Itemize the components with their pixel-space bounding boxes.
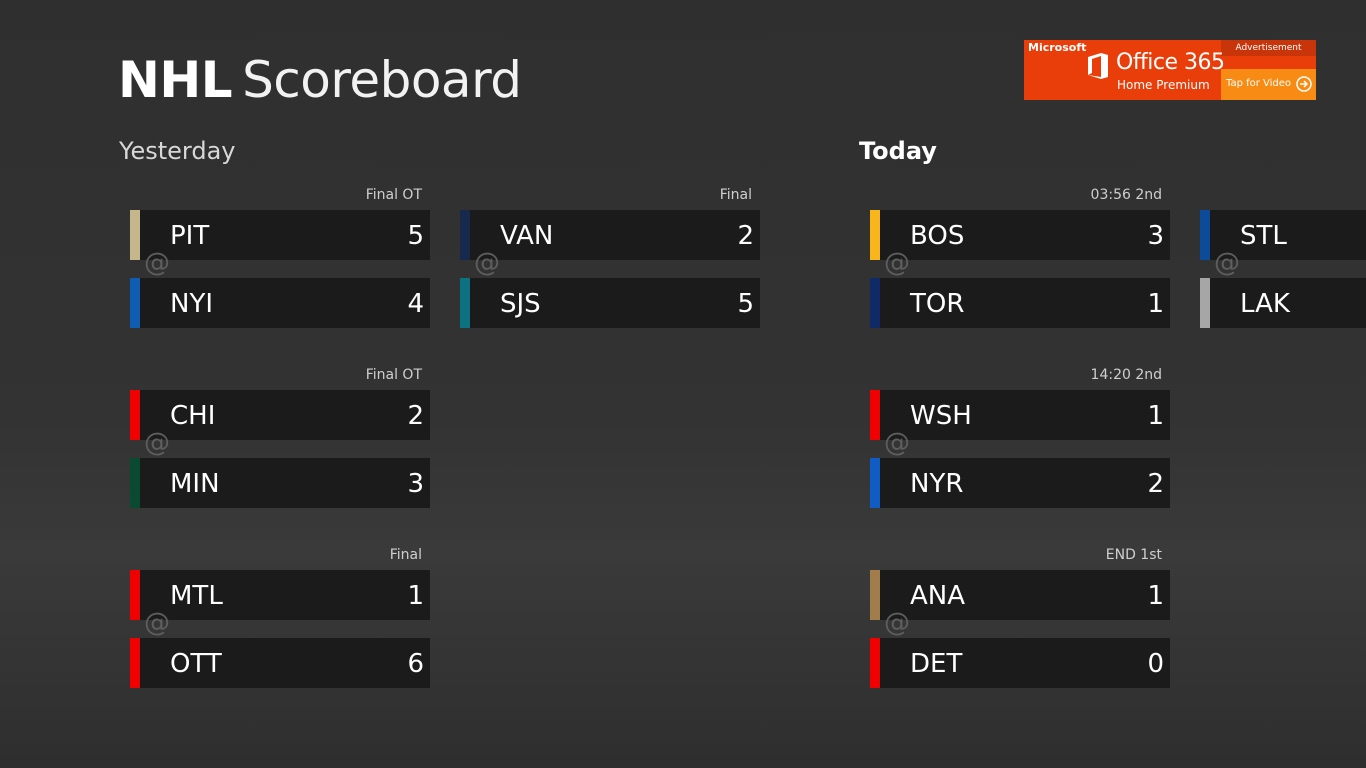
home-team-row: TOR 1 [870, 278, 1170, 328]
team-color-stripe [130, 390, 140, 440]
team-abbreviation: VAN [500, 221, 554, 251]
home-team-row: NYR 2 [870, 458, 1170, 508]
team-color-stripe [130, 638, 140, 688]
team-abbreviation: MTL [170, 581, 223, 611]
team-score: 4 [407, 289, 424, 319]
away-team-row: CHI 2 [130, 390, 430, 440]
ad-edition: Home Premium [1117, 78, 1210, 92]
team-abbreviation: NYR [910, 469, 964, 499]
team-abbreviation: NYI [170, 289, 213, 319]
team-color-stripe [130, 458, 140, 508]
team-score: 5 [737, 289, 754, 319]
at-symbol: @ [474, 248, 500, 278]
game-tile[interactable]: Final OT CHI 2 @ MIN 3 [130, 367, 430, 508]
team-score: 1 [407, 581, 424, 611]
ad-cta-label: Tap for Video [1226, 78, 1292, 89]
at-symbol: @ [884, 608, 910, 638]
at-symbol: @ [884, 248, 910, 278]
page-title: NHL Scoreboard [118, 50, 522, 110]
team-abbreviation: SJS [500, 289, 541, 319]
game-tile[interactable]: STL @ LAK [1200, 200, 1366, 328]
game-status: END 1st [1105, 547, 1162, 563]
team-abbreviation: LAK [1240, 289, 1290, 319]
game-tile[interactable]: Final OT PIT 5 @ NYI 4 [130, 187, 430, 328]
team-abbreviation: STL [1240, 221, 1287, 251]
team-abbreviation: PIT [170, 221, 210, 251]
team-color-stripe [130, 570, 140, 620]
team-color-stripe [130, 278, 140, 328]
game-status: Final [719, 187, 752, 203]
away-team-row: PIT 5 [130, 210, 430, 260]
page-title-light: Scoreboard [242, 51, 522, 109]
team-abbreviation: DET [910, 649, 963, 679]
at-symbol: @ [144, 608, 170, 638]
game-status: 03:56 2nd [1090, 187, 1162, 203]
home-team-row: SJS 5 [460, 278, 760, 328]
game-tile[interactable]: Final VAN 2 @ SJS 5 [460, 187, 760, 328]
section-heading-today: Today [859, 137, 937, 165]
team-color-stripe [870, 458, 880, 508]
game-tile[interactable]: 14:20 2nd WSH 1 @ NYR 2 [870, 367, 1170, 508]
team-score: 1 [1147, 401, 1164, 431]
team-score: 2 [1147, 469, 1164, 499]
team-abbreviation: MIN [170, 469, 220, 499]
advertisement-banner[interactable]: Microsoft Advertisement Office 365 Home … [1024, 40, 1316, 100]
ad-label: Advertisement [1221, 40, 1316, 56]
team-score: 3 [407, 469, 424, 499]
away-team-row: WSH 1 [870, 390, 1170, 440]
at-symbol: @ [1214, 248, 1240, 278]
arrow-circle-icon [1296, 76, 1312, 92]
team-score: 5 [407, 221, 424, 251]
team-abbreviation: ANA [910, 581, 966, 611]
section-heading-yesterday: Yesterday [119, 137, 236, 165]
team-abbreviation: WSH [910, 401, 972, 431]
team-color-stripe [1200, 210, 1210, 260]
team-score: 3 [1147, 221, 1164, 251]
game-tile[interactable]: 03:56 2nd BOS 3 @ TOR 1 [870, 187, 1170, 328]
home-team-row: DET 0 [870, 638, 1170, 688]
office-logo-icon [1088, 53, 1108, 79]
at-symbol: @ [144, 248, 170, 278]
home-team-row: OTT 6 [130, 638, 430, 688]
team-abbreviation: OTT [170, 649, 222, 679]
team-color-stripe [870, 210, 880, 260]
home-team-row: LAK [1200, 278, 1366, 328]
home-team-row: MIN 3 [130, 458, 430, 508]
team-abbreviation: TOR [910, 289, 965, 319]
ad-product: Office 365 [1116, 50, 1225, 75]
at-symbol: @ [884, 428, 910, 458]
home-team-row: NYI 4 [130, 278, 430, 328]
at-symbol: @ [144, 428, 170, 458]
team-color-stripe [870, 278, 880, 328]
team-score: 0 [1147, 649, 1164, 679]
game-status: 14:20 2nd [1090, 367, 1162, 383]
away-team-row: VAN 2 [460, 210, 760, 260]
team-color-stripe [870, 570, 880, 620]
team-color-stripe [870, 390, 880, 440]
team-color-stripe [1200, 278, 1210, 328]
away-team-row: MTL 1 [130, 570, 430, 620]
ad-cta-button[interactable]: Tap for Video [1221, 69, 1316, 100]
team-color-stripe [460, 278, 470, 328]
page-title-bold: NHL [118, 51, 233, 109]
team-score: 1 [1147, 289, 1164, 319]
game-tile[interactable]: Final MTL 1 @ OTT 6 [130, 547, 430, 688]
team-color-stripe [130, 210, 140, 260]
team-score: 1 [1147, 581, 1164, 611]
game-status: Final OT [365, 187, 422, 203]
away-team-row: ANA 1 [870, 570, 1170, 620]
team-score: 2 [407, 401, 424, 431]
team-abbreviation: BOS [910, 221, 965, 251]
team-color-stripe [460, 210, 470, 260]
game-status: Final OT [365, 367, 422, 383]
game-status: Final [389, 547, 422, 563]
team-score: 2 [737, 221, 754, 251]
team-abbreviation: CHI [170, 401, 216, 431]
team-color-stripe [870, 638, 880, 688]
team-score: 6 [407, 649, 424, 679]
game-tile[interactable]: END 1st ANA 1 @ DET 0 [870, 547, 1170, 688]
ad-brand: Microsoft [1028, 41, 1087, 54]
away-team-row: BOS 3 [870, 210, 1170, 260]
